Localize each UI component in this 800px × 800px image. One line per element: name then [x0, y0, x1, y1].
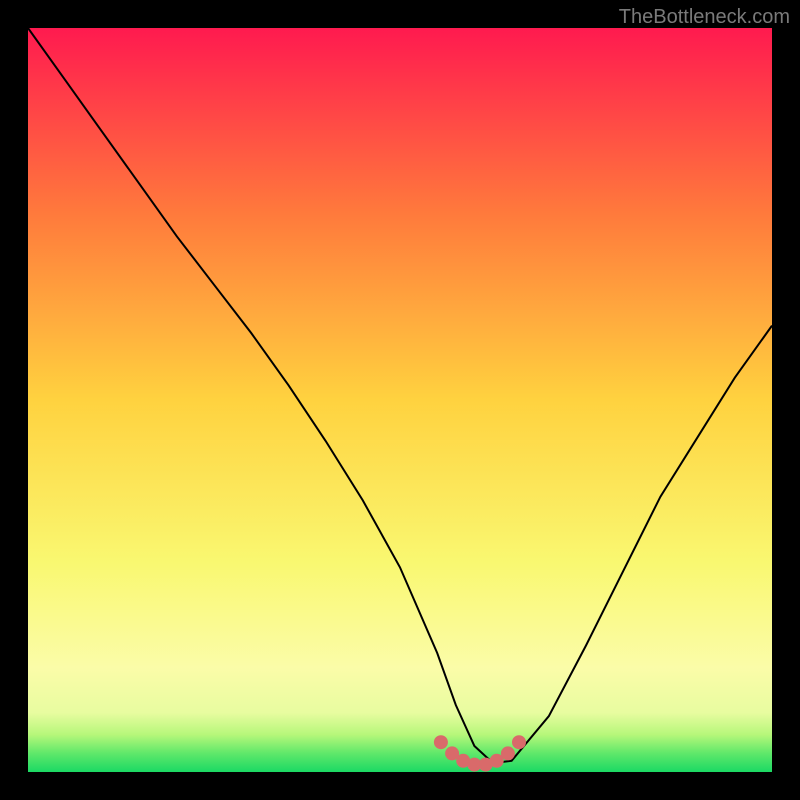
chart-optimal-markers [28, 28, 772, 772]
watermark-text: TheBottleneck.com [619, 6, 790, 29]
chart-plot-area [28, 28, 772, 772]
